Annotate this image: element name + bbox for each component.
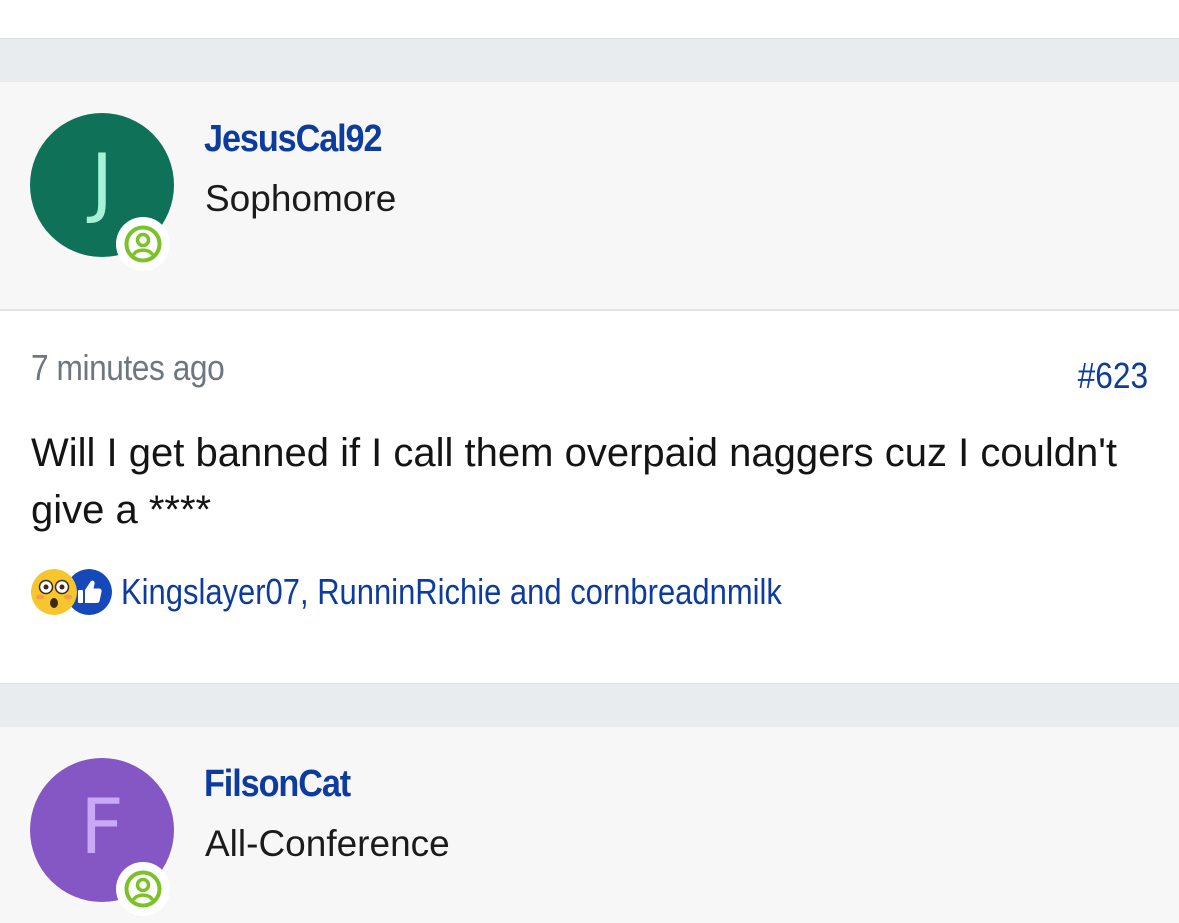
user-title: All-Conference (205, 823, 450, 864)
avatar-letter: F (80, 782, 124, 871)
post-separator (0, 39, 1179, 82)
post-content: 7 minutes ago #623 Will I get banned if … (0, 311, 1179, 684)
avatar-letter: J (90, 137, 114, 226)
previous-post-bottom (0, 0, 1179, 39)
username-link[interactable]: JesusCal92 (204, 118, 383, 161)
user-circle-icon (124, 870, 162, 908)
online-status-icon (116, 217, 170, 271)
user-title: Sophomore (205, 178, 397, 219)
post-number-link[interactable]: #623 (1078, 355, 1148, 397)
username-link[interactable]: FilsonCat (204, 763, 351, 806)
post-body-text: Will I get banned if I call them overpai… (31, 431, 1117, 532)
shocked-face-icon (31, 569, 77, 615)
post-separator (0, 684, 1179, 727)
post-timestamp[interactable]: 7 minutes ago (31, 347, 225, 389)
online-status-icon (116, 862, 170, 916)
post-author-block: F FilsonCat All-Conference (0, 727, 1179, 923)
reaction-users-link[interactable]: Kingslayer07, RunninRichie and cornbread… (121, 571, 782, 613)
user-circle-icon (124, 225, 162, 263)
post-author-block: J JesusCal92 Sophomore (0, 82, 1179, 311)
